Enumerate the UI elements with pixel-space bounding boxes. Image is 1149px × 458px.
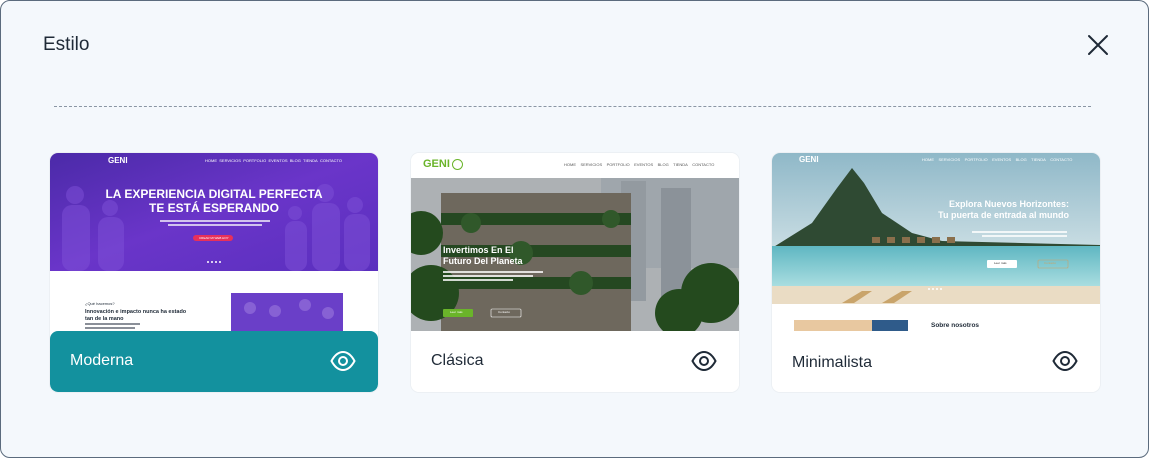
preview-logo-ring (452, 159, 463, 170)
style-dialog: Estilo GENI HOME SERVICIOS PORTFOLIO EVE… (0, 0, 1149, 458)
preview-brand: GENI (423, 158, 450, 170)
preview-thumbnail-moderna: GENI HOME SERVICIOS PORTFOLIO EVENTOS BL… (50, 153, 378, 331)
style-card-minimalista[interactable]: GENI HOME SERVICIOS PORTFOLIO EVENTOS BL… (772, 153, 1100, 392)
style-label-minimalista: Minimalista (792, 354, 873, 371)
eye-icon[interactable] (691, 350, 717, 372)
preview-section-title: Innovación e impacto nunca ha estado tan… (85, 309, 187, 322)
style-label-clasica: Clásica (431, 352, 484, 369)
style-card-footer: Minimalista (772, 331, 1100, 392)
preview-brand: GENI (108, 156, 128, 165)
eye-icon[interactable] (1052, 350, 1078, 372)
preview-section-title: Sobre nosotros (931, 322, 980, 329)
divider (54, 106, 1091, 107)
preview-btn-1: Leer más (450, 310, 463, 314)
style-card-moderna[interactable]: GENI HOME SERVICIOS PORTFOLIO EVENTOS BL… (50, 153, 378, 392)
preview-thumbnail-minimalista: GENI HOME SERVICIOS PORTFOLIO EVENTOS BL… (772, 153, 1100, 331)
style-label-moderna: Moderna (70, 352, 134, 369)
preview-nav: HOME SERVICIOS PORTFOLIO EVENTOS BLOG TI… (205, 158, 343, 163)
preview-btn-2: Contacto (1044, 261, 1057, 265)
preview-cta: CREAR MI WEB HOY (199, 236, 229, 240)
style-card-footer: Clásica (411, 331, 739, 392)
dialog-title: Estilo (43, 34, 90, 55)
style-card-clasica[interactable]: GENI HOME SERVICIOS PORTFOLIO EVENTOS BL… (411, 153, 739, 392)
preview-hero-title: Invertimos En El Futuro Del Planeta (443, 245, 523, 266)
preview-btn-1: Leer más (994, 261, 1007, 265)
preview-kicker: ¿Qué hacemos? (85, 301, 115, 306)
preview-brand: GENI (799, 155, 819, 164)
preview-thumbnail-clasica: GENI HOME SERVICIOS PORTFOLIO EVENTOS BL… (411, 153, 739, 331)
preview-nav: HOME SERVICIOS PORTFOLIO EVENTOS BLOG TI… (922, 157, 1073, 162)
close-icon[interactable] (1085, 32, 1111, 58)
eye-icon[interactable] (330, 350, 356, 372)
style-card-footer: Moderna (50, 331, 378, 392)
preview-hero-title: LA EXPERIENCIA DIGITAL PERFECTA TE ESTÁ … (105, 187, 323, 215)
preview-hero-title: Explora Nuevos Horizontes: Tu puerta de … (938, 199, 1069, 220)
preview-btn-2: Contacto (498, 310, 511, 314)
preview-nav: HOME SERVICIOS PORTFOLIO EVENTOS BLOG TI… (564, 162, 715, 167)
